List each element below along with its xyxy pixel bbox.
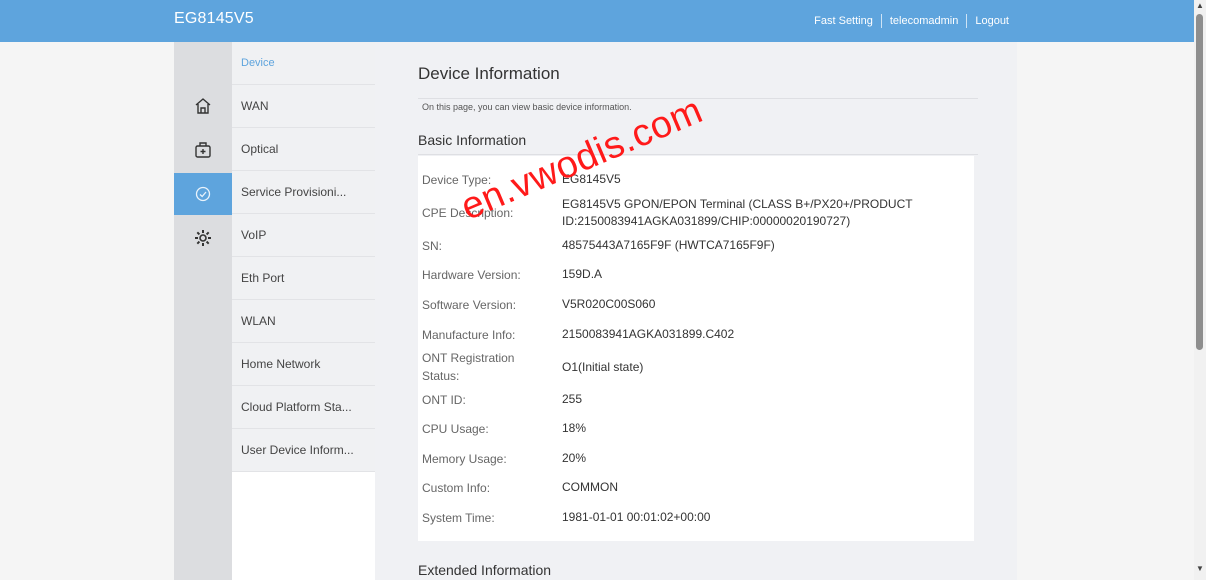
scroll-down-arrow-icon[interactable]: ▼ <box>1196 565 1204 573</box>
top-bar: EG8145V5 Fast Setting telecomadmin Logou… <box>0 0 1206 42</box>
scroll-thumb[interactable] <box>1196 14 1203 350</box>
page-title: Device Information <box>418 64 560 83</box>
menu-item-home-network[interactable]: Home Network <box>232 343 375 386</box>
basic-info-heading: Basic Information <box>418 132 527 148</box>
extended-info-heading: Extended Information <box>418 562 552 578</box>
section-divider <box>418 154 978 155</box>
menu-item-wlan[interactable]: WLAN <box>232 300 375 343</box>
home-nav-button[interactable] <box>174 85 232 127</box>
custom-info-value: COMMON <box>562 480 618 494</box>
right-blank-area <box>1017 42 1194 580</box>
menu-item-device[interactable]: Device <box>232 42 375 85</box>
user-link[interactable]: telecomadmin <box>890 15 958 27</box>
link-separator <box>880 14 882 28</box>
sn-label: SN: <box>422 239 443 253</box>
menu-item-voip[interactable]: VoIP <box>232 214 375 257</box>
system-time-label: System Time: <box>422 511 495 525</box>
maintenance-nav-button[interactable] <box>174 129 232 171</box>
menu-item-cloud-platform[interactable]: Cloud Platform Sta... <box>232 386 375 429</box>
status-nav-button[interactable] <box>174 173 240 215</box>
home-icon <box>195 98 211 114</box>
cpu-usage-label: CPU Usage: <box>422 422 489 436</box>
medkit-icon <box>195 142 211 158</box>
system-time-value: 1981-01-01 00:01:02+00:00 <box>562 510 711 524</box>
menu-item-wan[interactable]: WAN <box>232 85 375 128</box>
menu-item-optical[interactable]: Optical <box>232 128 375 171</box>
link-separator <box>966 14 968 28</box>
page-scrollbar[interactable]: ▲ ▼ <box>1194 0 1206 580</box>
device-type-value: EG8145V5 <box>562 172 621 186</box>
brand-title: EG8145V5 <box>174 10 254 27</box>
memory-usage-label: Memory Usage: <box>422 452 507 466</box>
cpu-usage-value: 18% <box>562 421 587 435</box>
menu-item-service-provisioning[interactable]: Service Provisioni... <box>232 171 375 214</box>
scroll-up-arrow-icon[interactable]: ▲ <box>1196 2 1204 10</box>
manufacture-info-value: 2150083941AGKA031899.C402 <box>562 327 735 341</box>
settings-nav-button[interactable] <box>174 217 232 259</box>
ont-id-value: 255 <box>562 392 583 406</box>
custom-info-label: Custom Info: <box>422 481 491 495</box>
title-divider <box>418 98 978 99</box>
hardware-version-label: Hardware Version: <box>422 268 521 282</box>
memory-usage-value: 20% <box>562 451 587 465</box>
gear-icon <box>195 230 211 246</box>
service-check-icon <box>195 186 211 202</box>
page-description: On this page, you can view basic device … <box>422 102 632 112</box>
software-version-label: Software Version: <box>422 298 517 312</box>
cpe-description-value: EG8145V5 GPON/EPON Terminal (CLASS B+/PX… <box>562 197 913 228</box>
hardware-version-value: 159D.A <box>562 267 603 281</box>
menu-item-user-device[interactable]: User Device Inform... <box>232 429 375 472</box>
fast-setting-link[interactable]: Fast Setting <box>814 15 873 27</box>
sub-menu: Device WAN Optical Service Provisioni...… <box>232 42 375 580</box>
software-version-value: V5R020C00S060 <box>562 297 656 311</box>
manufacture-info-label: Manufacture Info: <box>422 328 516 342</box>
ont-id-label: ONT ID: <box>422 393 466 407</box>
ont-registration-value: O1(Initial state) <box>562 360 644 374</box>
menu-item-eth-port[interactable]: Eth Port <box>232 257 375 300</box>
icon-sidebar <box>174 42 240 580</box>
sub-menu-list: Device WAN Optical Service Provisioni...… <box>232 42 375 472</box>
top-links: Fast Setting telecomadmin Logout <box>814 14 1009 28</box>
logout-link[interactable]: Logout <box>975 15 1009 27</box>
ont-registration-label: ONT Registration Status: <box>422 351 515 383</box>
sn-value: 48575443A7165F9F (HWTCA7165F9F) <box>562 238 775 252</box>
